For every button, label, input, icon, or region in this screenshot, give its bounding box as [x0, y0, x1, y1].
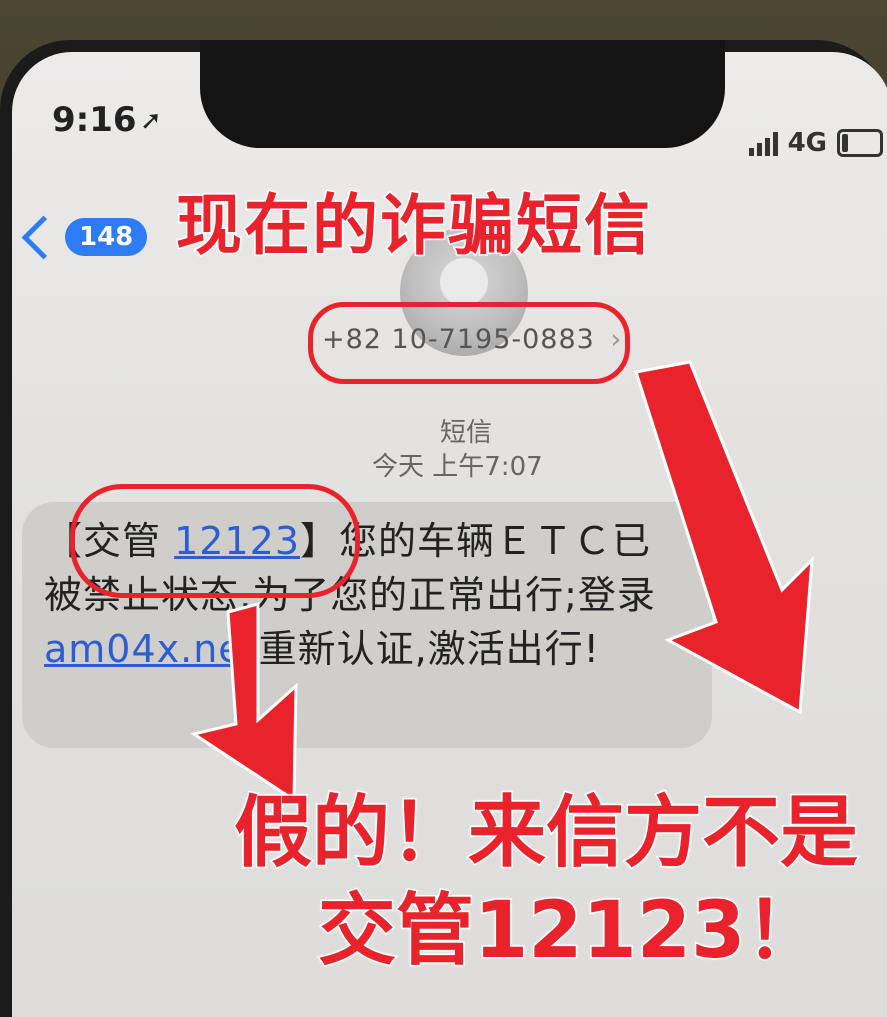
unread-count-badge: 148: [65, 218, 148, 256]
photo-stage: 9:16 ➚ 4G 148 +82 10-7195-0883 › 短信 今天 上…: [0, 0, 887, 1017]
signal-icon: [748, 130, 778, 156]
headline-annotation: 现在的诈骗短信: [175, 186, 652, 266]
battery-icon: [837, 129, 883, 157]
status-right: 4G: [748, 128, 883, 158]
message-type-label: 短信: [440, 418, 493, 448]
contact-highlight-ring: [308, 302, 630, 384]
message-text-part2: 重新认证,激活出行!: [258, 627, 600, 671]
network-type: 4G: [787, 128, 827, 158]
warning-annotation-line1: 假的！来信方不是: [232, 787, 859, 880]
chevron-left-icon: [21, 215, 66, 259]
status-time: 9:16: [52, 100, 137, 140]
warning-annotation-line2: 交管12123！: [316, 885, 824, 978]
phishing-link[interactable]: am04x.net: [44, 627, 259, 671]
message-timestamp: 今天 上午7:07: [372, 452, 543, 482]
phone-notch: [200, 40, 725, 148]
location-arrow-icon: ➚: [140, 106, 162, 136]
back-button[interactable]: 148: [21, 215, 148, 259]
sender-highlight-ring: [70, 484, 360, 598]
